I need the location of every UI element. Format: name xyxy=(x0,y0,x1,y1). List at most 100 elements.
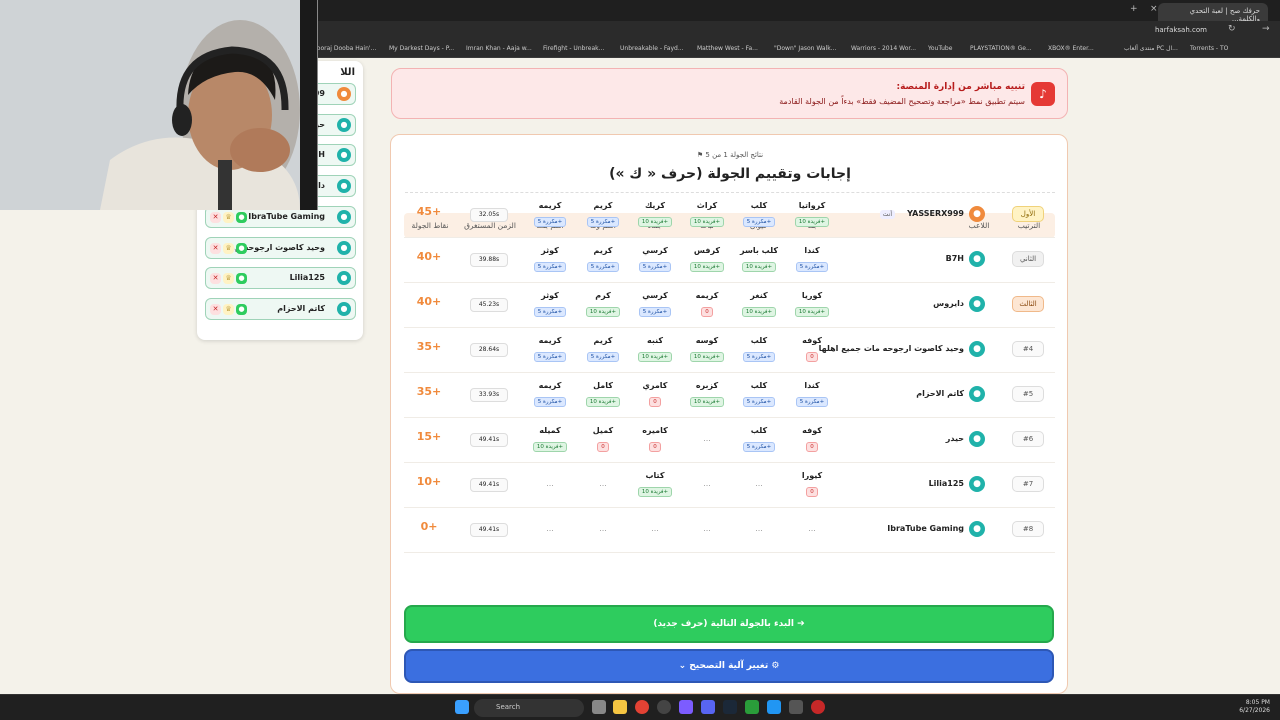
bookmark[interactable]: Unbreakable - Fayd... xyxy=(620,45,684,52)
folder-icon[interactable] xyxy=(613,700,627,714)
score-tag[interactable]: فريدة 10+ xyxy=(637,352,673,362)
online-icon: ● xyxy=(236,273,247,284)
score-tag[interactable]: فريدة 10+ xyxy=(637,487,673,497)
score-tag[interactable]: 0 xyxy=(806,352,818,362)
score-tag[interactable]: مكررة 5+ xyxy=(638,262,672,272)
answer-word: كزبره xyxy=(695,381,719,390)
score-tag[interactable]: مكررة 5+ xyxy=(795,262,829,272)
score-tag[interactable]: مكررة 5+ xyxy=(742,352,776,362)
score-tag[interactable]: مكررة 5+ xyxy=(586,352,620,362)
user-avatar-icon: ● xyxy=(969,341,985,357)
answer-cell: كنبه فريدة 10+ xyxy=(631,336,679,362)
photos-icon[interactable] xyxy=(767,700,781,714)
next-round-button[interactable]: ➔ البدء بالجولة التالية (حرف جديد) xyxy=(404,605,1054,643)
bookmark[interactable]: Matthew West - Fa... xyxy=(697,45,758,52)
time-badge: 33.93s xyxy=(470,388,508,402)
score-tag[interactable]: 0 xyxy=(649,397,661,407)
score-tag[interactable]: مكررة 5+ xyxy=(533,352,567,362)
media-player-icon[interactable] xyxy=(745,700,759,714)
score-tag[interactable]: فريدة 10+ xyxy=(794,217,830,227)
back-icon[interactable]: → xyxy=(1262,24,1270,34)
steam-icon[interactable] xyxy=(723,700,737,714)
answer-word: كتاب xyxy=(645,471,665,480)
file-explorer-icon[interactable] xyxy=(592,700,606,714)
score-tag[interactable]: فريدة 10+ xyxy=(689,262,725,272)
bookmark[interactable]: Imran Khan - Aaja w... xyxy=(466,45,532,52)
app-grid-icon[interactable] xyxy=(679,700,693,714)
score-tag[interactable]: فريدة 10+ xyxy=(794,307,830,317)
score-tag[interactable]: 0 xyxy=(597,442,609,452)
bookmark[interactable]: Torrents - TO xyxy=(1190,45,1228,52)
chrome-icon[interactable] xyxy=(635,700,649,714)
user-avatar-icon: ● xyxy=(337,210,351,224)
user-avatar-icon: ● xyxy=(969,431,985,447)
discord-icon[interactable] xyxy=(701,700,715,714)
score-tag[interactable]: مكررة 5+ xyxy=(586,262,620,272)
rank-badge: #8 xyxy=(1012,521,1044,537)
players-panel-title: اللا xyxy=(340,67,355,78)
score-tag[interactable]: مكررة 5+ xyxy=(586,217,620,227)
url-field[interactable]: harfaksah.com xyxy=(1155,26,1207,34)
player-list-item[interactable]: وحيد كاصوت ارجوحه م... ● ● ♕ ✕ xyxy=(205,237,356,259)
score-tag[interactable]: 0 xyxy=(806,487,818,497)
remove-player-icon[interactable]: ✕ xyxy=(210,273,221,284)
app-icon[interactable] xyxy=(657,700,671,714)
score-tag[interactable]: مكررة 5+ xyxy=(742,217,776,227)
close-tab-icon[interactable]: × xyxy=(1150,4,1158,14)
rank-badge: الثالث xyxy=(1012,296,1044,312)
player-list-item[interactable]: كاتم الاحزام ● ● ♕ ✕ xyxy=(205,298,356,320)
table-row: الثاني ● B7H كندا مكررة 5+ كلب باسر فريدة 10+ ك… xyxy=(404,238,1055,283)
taskbar-search[interactable]: Search xyxy=(474,699,584,717)
remove-player-icon[interactable]: ✕ xyxy=(210,243,221,254)
score-tag[interactable]: مكررة 5+ xyxy=(533,262,567,272)
new-tab-icon[interactable]: + xyxy=(1130,4,1138,14)
bookmark[interactable]: منتدى ألعاب PC ال... xyxy=(1124,45,1178,52)
change-correction-mode-button[interactable]: ⚙ تغيير آلية التصحيح ⌄ xyxy=(404,649,1054,683)
user-avatar-icon: ● xyxy=(969,386,985,402)
crown-icon: ♕ xyxy=(223,304,234,315)
score-tag[interactable]: مكررة 5+ xyxy=(795,397,829,407)
bookmark[interactable]: YouTube xyxy=(928,45,952,52)
bookmark[interactable]: "Down" Jason Walk... xyxy=(774,45,836,52)
gear-icon: ⚙ xyxy=(768,661,780,671)
score-tag[interactable]: 0 xyxy=(806,442,818,452)
answer-cell: كيورا 0 xyxy=(788,471,836,497)
score-tag[interactable]: فريدة 10+ xyxy=(689,397,725,407)
bookmark[interactable]: Sooraj Dooba Hain'... xyxy=(313,45,376,52)
score-tag[interactable]: فريدة 10+ xyxy=(689,217,725,227)
bookmark[interactable]: Firefight - Unbreak... xyxy=(543,45,604,52)
score-tag[interactable]: فريدة 10+ xyxy=(741,262,777,272)
score-tag[interactable]: مكررة 5+ xyxy=(638,307,672,317)
score-tag[interactable]: 0 xyxy=(649,442,661,452)
remove-player-icon[interactable]: ✕ xyxy=(210,304,221,315)
windows-start-icon[interactable] xyxy=(455,700,469,714)
browser-tab[interactable]: حرفك صح | لعبة التحدي والكلمة... xyxy=(1158,3,1268,23)
bookmark[interactable]: My Darkest Days - P... xyxy=(389,45,454,52)
online-icon: ● xyxy=(236,212,247,223)
player-list-item[interactable]: Lilia125 ● ● ♕ ✕ xyxy=(205,267,356,289)
score-tag[interactable]: مكررة 5+ xyxy=(533,397,567,407)
score-tag[interactable]: فريدة 10+ xyxy=(741,307,777,317)
score-tag[interactable]: فريدة 10+ xyxy=(689,352,725,362)
score-tag[interactable]: مكررة 5+ xyxy=(533,307,567,317)
system-clock[interactable]: 8:05 PM 6/27/2026 xyxy=(1239,699,1270,715)
score-tag[interactable]: مكررة 5+ xyxy=(533,217,567,227)
score-tag[interactable]: مكررة 5+ xyxy=(742,397,776,407)
table-row: #4 ● وحيد كاصوت ارجوحه مات جميع اهلها كوفه 0… xyxy=(404,328,1055,373)
bookmark[interactable]: XBOX® Enter... xyxy=(1048,45,1094,52)
score-tag[interactable]: فريدة 10+ xyxy=(532,442,568,452)
remove-player-icon[interactable]: ✕ xyxy=(210,212,221,223)
answer-cell: كوسه فريدة 10+ xyxy=(683,336,731,362)
recording-icon[interactable] xyxy=(811,700,825,714)
score-tag[interactable]: فريدة 10+ xyxy=(637,217,673,227)
score-tag[interactable]: فريدة 10+ xyxy=(585,397,621,407)
score-tag[interactable]: مكررة 5+ xyxy=(742,442,776,452)
empty-answer: ... xyxy=(546,524,554,533)
answer-cell: كوفه 0 xyxy=(788,426,836,452)
bookmark[interactable]: PLAYSTATION® Ge... xyxy=(970,45,1032,52)
score-tag[interactable]: فريدة 10+ xyxy=(585,307,621,317)
bookmark[interactable]: Warriors - 2014 Wor... xyxy=(851,45,916,52)
refresh-icon[interactable]: ↻ xyxy=(1228,24,1236,34)
score-tag[interactable]: 0 xyxy=(701,307,713,317)
terminal-icon[interactable] xyxy=(789,700,803,714)
